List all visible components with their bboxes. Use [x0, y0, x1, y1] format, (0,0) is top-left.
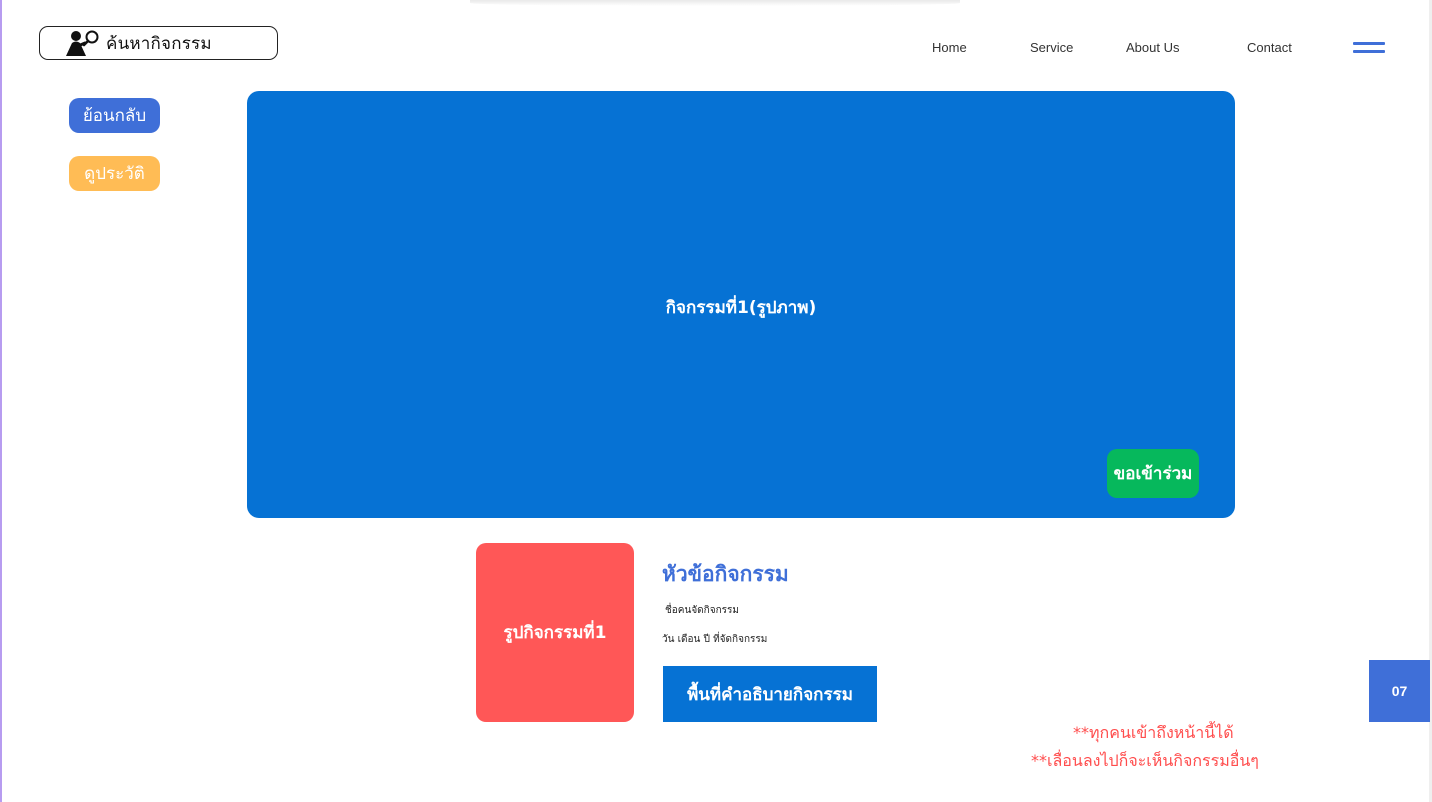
hero-caption: กิจกรรมที่1(รูปภาพ) [665, 298, 817, 318]
back-button[interactable]: ย้อนกลับ [69, 98, 160, 133]
note-scroll: **เลื่อนลงไปก็จะเห็นกิจกรรมอื่นๆ [1031, 751, 1259, 770]
page-number-badge: 07 [1369, 660, 1430, 722]
person-magnifier-icon [64, 29, 100, 57]
activity-date: วัน เดือน ปี ที่จัดกิจกรรม [662, 634, 768, 645]
organizer-name: ชื่อคนจัดกิจกรรม [665, 605, 739, 616]
page-left-border [0, 0, 2, 802]
request-join-button[interactable]: ขอเข้าร่วม [1107, 449, 1199, 498]
activity-title: หัวข้อกิจกรรม [662, 562, 789, 586]
activity-thumbnail: รูปกิจกรรมที่1 [476, 543, 634, 722]
view-history-button[interactable]: ดูประวัติ [69, 156, 160, 191]
hamburger-menu-icon[interactable] [1353, 42, 1385, 56]
activity-description: พื้นที่คำอธิบายกิจกรรม [663, 666, 877, 722]
activity-hero-image: กิจกรรมที่1(รูปภาพ) ขอเข้าร่วม [247, 91, 1235, 518]
nav-service[interactable]: Service [1030, 40, 1073, 55]
nav-home[interactable]: Home [932, 40, 967, 55]
search-activity-button[interactable]: ค้นหากิจกรรม [39, 26, 278, 60]
search-label: ค้นหากิจกรรม [106, 33, 212, 54]
note-access: **ทุกคนเข้าถึงหน้านี้ได้ [1073, 723, 1234, 742]
nav-contact[interactable]: Contact [1247, 40, 1292, 55]
nav-about-us[interactable]: About Us [1126, 40, 1179, 55]
top-shadow [470, 0, 960, 6]
